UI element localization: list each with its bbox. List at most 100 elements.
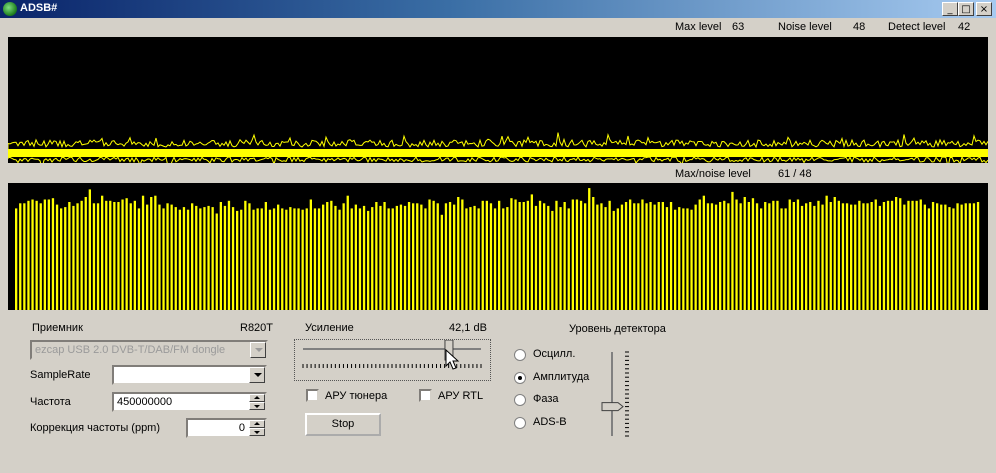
spectrum-bar (170, 204, 173, 310)
spectrum-bar (620, 204, 624, 310)
spin-up-icon[interactable] (249, 420, 265, 428)
maximize-button[interactable]: □ (958, 2, 974, 16)
spectrum-bar (706, 203, 710, 310)
detector-radio-1[interactable] (514, 349, 526, 361)
chevron-down-icon[interactable] (250, 342, 266, 358)
spectrum-bar (895, 197, 898, 310)
spectrum-bar (760, 208, 763, 310)
detector-radio-2[interactable] (514, 371, 526, 384)
spectrum-bar (612, 210, 615, 310)
spectrum-bar (195, 205, 198, 310)
device-select[interactable]: ezcap USB 2.0 DVB-T/DAB/FM dongle (30, 340, 268, 360)
spectrum-bar (186, 209, 190, 310)
spectrum-bar (690, 209, 693, 310)
spectrum-bar (358, 208, 362, 310)
frequency-field[interactable]: 450000000 (112, 392, 267, 412)
spectrum-bar (27, 200, 30, 310)
spectrum-bar (92, 203, 96, 310)
spectrum-bar (31, 199, 34, 310)
agc-rtl-checkbox[interactable] (419, 389, 432, 402)
spectrum-bar (637, 203, 640, 310)
spectrum-bar (641, 199, 644, 310)
max-noise-value: 61 / 48 (778, 168, 812, 180)
stop-button[interactable]: Stop (305, 413, 381, 436)
spectrum-bar (289, 207, 292, 310)
spectrum-bar (199, 208, 202, 310)
minimize-button[interactable]: _ (942, 2, 958, 16)
spectrum-bar (584, 203, 587, 310)
device-value: ezcap USB 2.0 DVB-T/DAB/FM dongle (35, 344, 226, 356)
spectrum-bar (43, 199, 46, 310)
spectrum-bar (51, 198, 55, 310)
spectrum-bar (968, 203, 971, 310)
spectrum-display (8, 183, 988, 311)
spectrum-bar (665, 207, 669, 310)
spectrum-bar (817, 200, 820, 310)
spectrum-bar (506, 207, 509, 310)
spectrum-bar (395, 205, 398, 310)
detector-radio-4[interactable] (514, 416, 526, 429)
ppm-spinner[interactable] (249, 420, 265, 436)
agc-tuner-label: АРУ тюнера (325, 390, 388, 402)
spectrum-bar (125, 198, 128, 310)
spectrum-bar (223, 205, 227, 310)
detector-option-label: ADS-B (533, 415, 567, 428)
spectrum-bar (800, 205, 804, 310)
detector-option-label: Фаза (533, 393, 559, 405)
spectrum-bar (154, 195, 157, 310)
spectrum-bar (559, 207, 562, 310)
spectrum-bar (203, 207, 206, 310)
spin-up-icon[interactable] (249, 394, 265, 402)
spectrum-bar (317, 208, 321, 310)
spectrum-bar (268, 209, 272, 310)
spectrum-bar (727, 203, 730, 310)
ppm-value: 0 (238, 422, 245, 434)
spectrum-bar (657, 202, 660, 310)
agc-tuner-checkbox[interactable] (306, 389, 319, 402)
spectrum-bar (469, 207, 472, 310)
spectrum-bar (841, 203, 845, 310)
spectrum-bar (256, 208, 259, 310)
spectrum-bar (743, 197, 746, 310)
spectrum-bar (890, 200, 894, 310)
title-bar[interactable]: ADSB# _ □ × (0, 0, 996, 18)
spectrum-bar (109, 200, 112, 310)
spectrum-bar (596, 204, 599, 310)
spectrum-bar (146, 204, 149, 310)
spectrum-bar (534, 205, 538, 310)
detect-level-label: Detect level (888, 21, 946, 33)
spectrum-bar (944, 204, 947, 310)
noise-level-label: Noise level (778, 21, 832, 33)
chevron-down-icon[interactable] (249, 367, 265, 383)
spectrum-bar (76, 203, 79, 310)
detector-option-label: Осцилл. (533, 348, 576, 360)
spectrum-bar (105, 200, 108, 310)
spectrum-bar (367, 210, 370, 310)
spectrum-bar (575, 199, 579, 310)
spectrum-bar (362, 205, 366, 310)
spectrum-bar (837, 200, 840, 310)
spectrum-bar (412, 203, 415, 310)
max-level-value: 63 (732, 21, 745, 33)
spectrum-bar (825, 195, 828, 310)
spin-down-icon[interactable] (249, 402, 265, 410)
spectrum-bar (227, 200, 231, 310)
spectrum-bar (371, 207, 374, 310)
samplerate-select[interactable] (112, 365, 267, 385)
close-button[interactable]: × (976, 2, 992, 16)
detector-radio-3[interactable] (514, 394, 526, 406)
spectrum-bar (940, 204, 943, 310)
detector-slider-thumb[interactable] (601, 402, 624, 412)
gain-value: 42,1 dB (449, 322, 487, 334)
spectrum-bar (489, 203, 493, 310)
spectrum-bar (117, 202, 120, 310)
ppm-field[interactable]: 0 (186, 418, 267, 438)
spectrum-bar (338, 209, 341, 310)
spectrum-bar (313, 208, 317, 310)
frequency-spinner[interactable] (249, 394, 265, 410)
gain-slider[interactable] (294, 339, 491, 381)
spectrum-bar (616, 208, 619, 310)
spin-down-icon[interactable] (249, 428, 265, 436)
spectrum-bar (874, 199, 877, 310)
detector-level-slider[interactable] (598, 350, 634, 438)
